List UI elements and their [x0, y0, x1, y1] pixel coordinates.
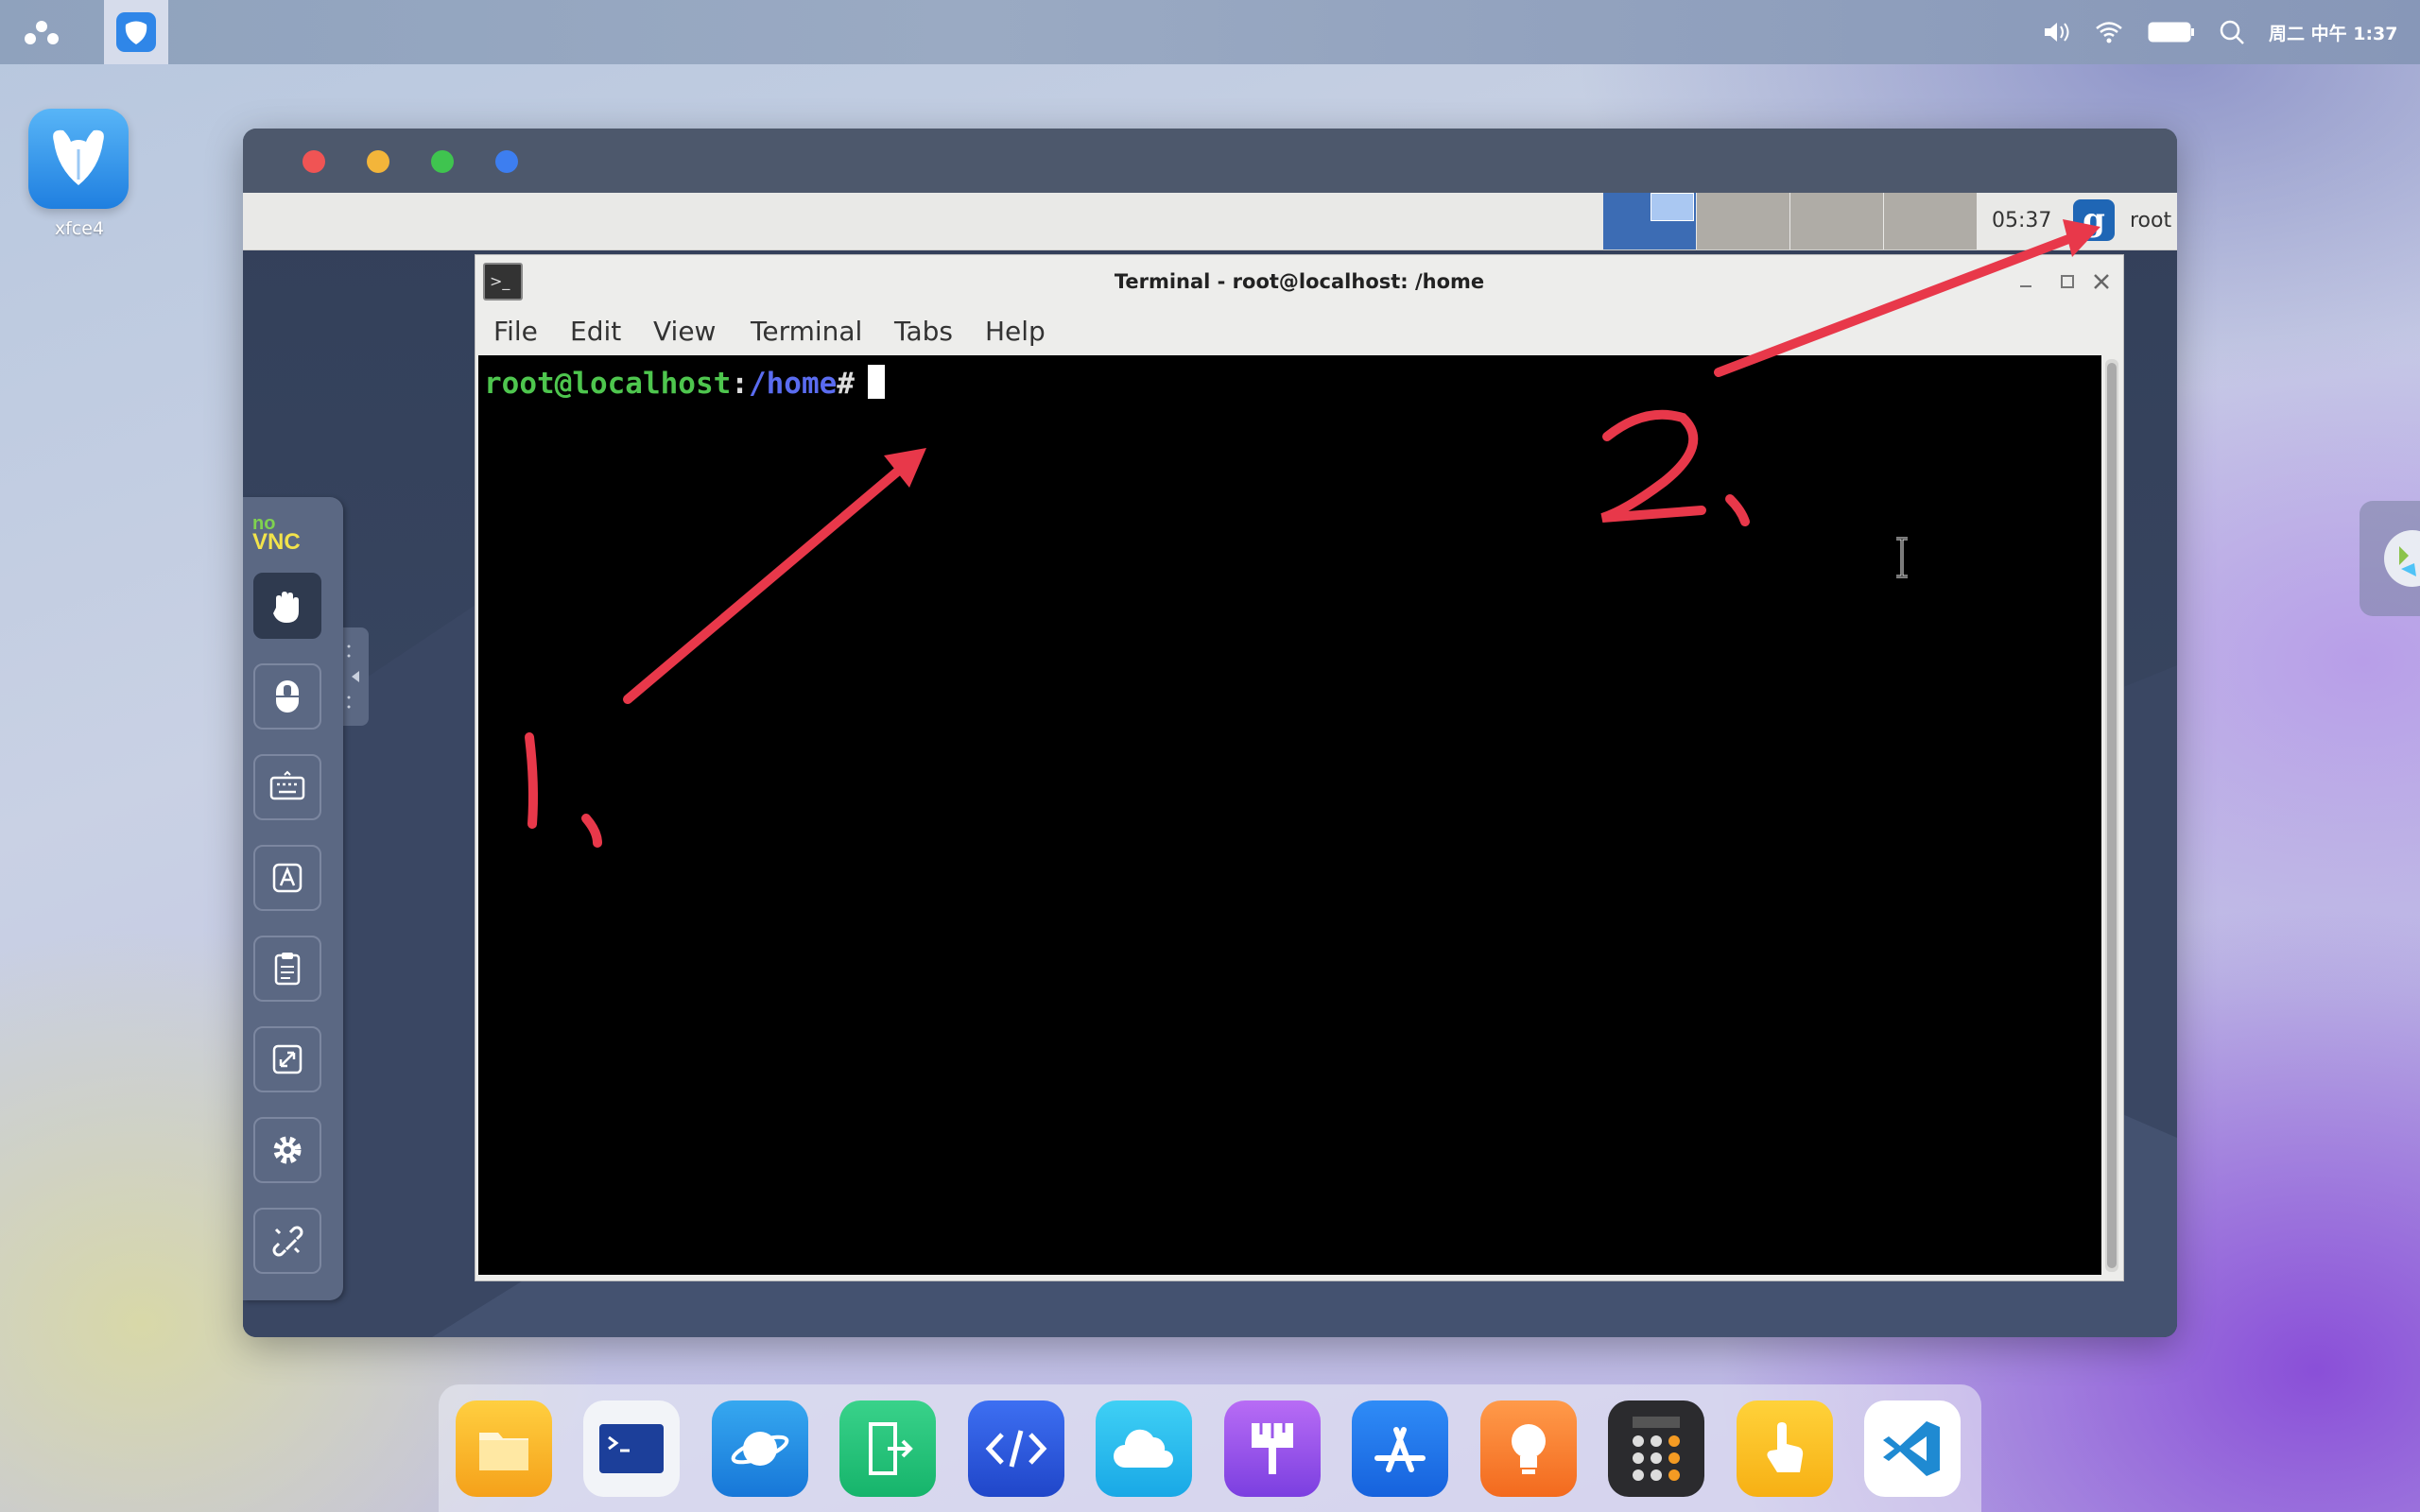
keyboard-icon[interactable]: [253, 754, 321, 820]
menu-help[interactable]: Help: [985, 308, 1046, 355]
vscode-app-icon[interactable]: [1864, 1400, 1961, 1497]
novnc-control-handle[interactable]: [342, 627, 369, 726]
dock: [439, 1384, 1981, 1512]
terminal-title: Terminal - root@localhost: /home: [475, 255, 2123, 308]
terminal-menubar: File Edit View Terminal Tabs Help: [475, 308, 2123, 355]
fullscreen-icon[interactable]: [253, 1026, 321, 1092]
extra-keys-icon[interactable]: [253, 845, 321, 911]
window-titlebar: [243, 129, 2177, 193]
ibeam-cursor-icon: [1896, 537, 1908, 578]
menu-tabs[interactable]: Tabs: [894, 308, 953, 355]
prompt-path: /home: [748, 367, 838, 401]
paint-app-icon[interactable]: [1224, 1400, 1321, 1497]
code-editor-app-icon[interactable]: [968, 1400, 1064, 1497]
novnc-control-bar: no VNC: [243, 497, 343, 1300]
calculator-app-icon[interactable]: [1608, 1400, 1704, 1497]
menu-view[interactable]: View: [653, 308, 716, 355]
novnc-logo: no VNC: [252, 513, 301, 555]
search-icon[interactable]: [2218, 0, 2246, 64]
tips-app-icon[interactable]: [1480, 1400, 1577, 1497]
workspace-3[interactable]: [1790, 193, 1883, 249]
disconnect-icon[interactable]: [253, 1208, 321, 1274]
xfce-panel: 05:37 g root: [243, 193, 2177, 250]
terminal-scrollbar[interactable]: [2105, 359, 2118, 1272]
touch-app-icon[interactable]: [1737, 1400, 1833, 1497]
menu-file[interactable]: File: [493, 308, 538, 355]
maximize-icon[interactable]: [2048, 263, 2086, 301]
vnc-window: 05:37 g root Terminal - root@localhost: …: [243, 129, 2177, 1337]
panel-user[interactable]: root: [2130, 193, 2171, 249]
mouse-button-icon[interactable]: [253, 663, 321, 730]
minimize-icon[interactable]: [2007, 263, 2045, 301]
minimize-dot[interactable]: [367, 150, 389, 173]
scrollbar-thumb[interactable]: [2107, 363, 2117, 1268]
text-cursor: [867, 365, 885, 399]
wifi-icon[interactable]: [2095, 0, 2123, 64]
terminal-screen[interactable]: root@localhost:/home#: [478, 355, 2101, 1275]
prompt-separator: :: [731, 367, 749, 401]
desktop-icon-label: xfce4: [54, 218, 105, 239]
terminal-window: Terminal - root@localhost: /home >_ File…: [475, 254, 2124, 1281]
close-icon[interactable]: [2083, 263, 2120, 301]
terminal-app-icon[interactable]: >_: [483, 263, 523, 301]
shell-prompt: root@localhost:/home#: [484, 365, 885, 401]
system-clock[interactable]: 周二 中午 1:37: [2269, 0, 2398, 64]
mouse-app-icon: [28, 109, 129, 209]
desktop-icon-xfce4[interactable]: xfce4: [28, 109, 130, 239]
battery-icon[interactable]: [2148, 0, 2197, 64]
g-app-icon[interactable]: g: [2073, 199, 2115, 241]
extra-dot[interactable]: [495, 150, 518, 173]
cloud-app-icon[interactable]: [1096, 1400, 1192, 1497]
maximize-dot[interactable]: [431, 150, 454, 173]
prompt-user: root@localhost: [484, 367, 732, 401]
settings-gear-icon[interactable]: [253, 1117, 321, 1183]
workspace-2[interactable]: [1697, 193, 1789, 249]
workspace-4[interactable]: [1884, 193, 1977, 249]
menu-terminal[interactable]: Terminal: [751, 308, 862, 355]
terminal-app-icon-dock[interactable]: [583, 1400, 680, 1497]
close-dot[interactable]: [302, 150, 325, 173]
xfce4-task-icon[interactable]: [104, 0, 168, 64]
volume-icon[interactable]: [2042, 0, 2070, 64]
files-app-icon[interactable]: [456, 1400, 552, 1497]
app-store-icon[interactable]: [1352, 1400, 1448, 1497]
side-widget-tab[interactable]: [2360, 501, 2420, 616]
exit-app-icon[interactable]: [839, 1400, 936, 1497]
vnc-remote-desktop[interactable]: 05:37 g root Terminal - root@localhost: …: [243, 193, 2177, 1337]
workspace-1[interactable]: [1603, 193, 1696, 249]
prompt-hash: #: [837, 367, 855, 401]
top-bar: 周二 中午 1:37: [0, 0, 2420, 64]
drag-viewport-icon[interactable]: [253, 573, 321, 639]
launcher-icon[interactable]: [9, 0, 74, 64]
browser-app-icon[interactable]: [712, 1400, 808, 1497]
panel-clock[interactable]: 05:37: [1992, 193, 2051, 249]
clipboard-icon[interactable]: [253, 936, 321, 1002]
menu-edit[interactable]: Edit: [570, 308, 621, 355]
widget-logo-icon: [2384, 530, 2420, 587]
